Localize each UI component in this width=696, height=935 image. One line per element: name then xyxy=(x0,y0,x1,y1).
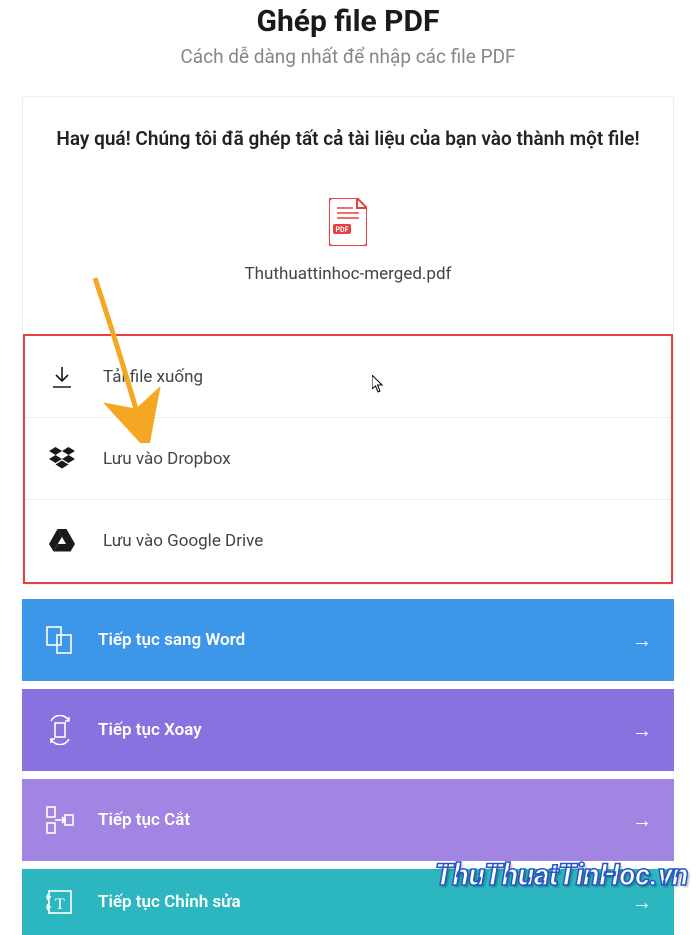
continue-actions-list: Tiếp tục sang Word → Tiếp tục Xoay → xyxy=(22,599,674,935)
download-button[interactable]: Tải file xuống xyxy=(25,336,671,418)
arrow-right-icon: → xyxy=(632,718,652,743)
split-icon xyxy=(44,804,76,836)
download-icon xyxy=(47,362,77,392)
save-gdrive-label: Lưu vào Google Drive xyxy=(103,531,263,551)
continue-word-label: Tiếp tục sang Word xyxy=(98,630,632,650)
continue-split-button[interactable]: Tiếp tục Cắt → xyxy=(22,779,674,861)
pdf-file-icon: PDF xyxy=(329,198,367,250)
save-dropbox-button[interactable]: Lưu vào Dropbox xyxy=(25,418,671,500)
continue-edit-button[interactable]: T Tiếp tục Chỉnh sửa → xyxy=(22,869,674,935)
svg-text:T: T xyxy=(55,896,65,913)
download-label: Tải file xuống xyxy=(103,367,203,387)
continue-edit-label: Tiếp tục Chỉnh sửa xyxy=(98,892,632,912)
word-convert-icon xyxy=(44,624,76,656)
save-actions-list: Tải file xuống Lưu vào Dropbox xyxy=(23,334,673,584)
result-card: Hay quá! Chúng tôi đã ghép tất cả tài li… xyxy=(22,96,674,585)
rotate-icon xyxy=(44,714,76,746)
save-dropbox-label: Lưu vào Dropbox xyxy=(103,449,231,469)
file-block[interactable]: PDF Thuthuattinhoc-merged.pdf xyxy=(23,198,673,284)
page-subtitle: Cách dễ dàng nhất để nhập các file PDF xyxy=(0,45,696,68)
continue-split-label: Tiếp tục Cắt xyxy=(98,810,632,830)
continue-word-button[interactable]: Tiếp tục sang Word → xyxy=(22,599,674,681)
file-name-label: Thuthuattinhoc-merged.pdf xyxy=(23,264,673,284)
success-message: Hay quá! Chúng tôi đã ghép tất cả tài li… xyxy=(23,127,673,150)
dropbox-icon xyxy=(47,444,77,474)
arrow-right-icon: → xyxy=(632,890,652,915)
continue-rotate-label: Tiếp tục Xoay xyxy=(98,720,632,740)
google-drive-icon xyxy=(47,526,77,556)
arrow-right-icon: → xyxy=(632,808,652,833)
save-gdrive-button[interactable]: Lưu vào Google Drive xyxy=(25,500,671,582)
svg-text:PDF: PDF xyxy=(336,226,349,234)
arrow-right-icon: → xyxy=(632,628,652,653)
continue-rotate-button[interactable]: Tiếp tục Xoay → xyxy=(22,689,674,771)
page-title: Ghép file PDF xyxy=(0,0,696,39)
edit-icon: T xyxy=(44,886,76,918)
